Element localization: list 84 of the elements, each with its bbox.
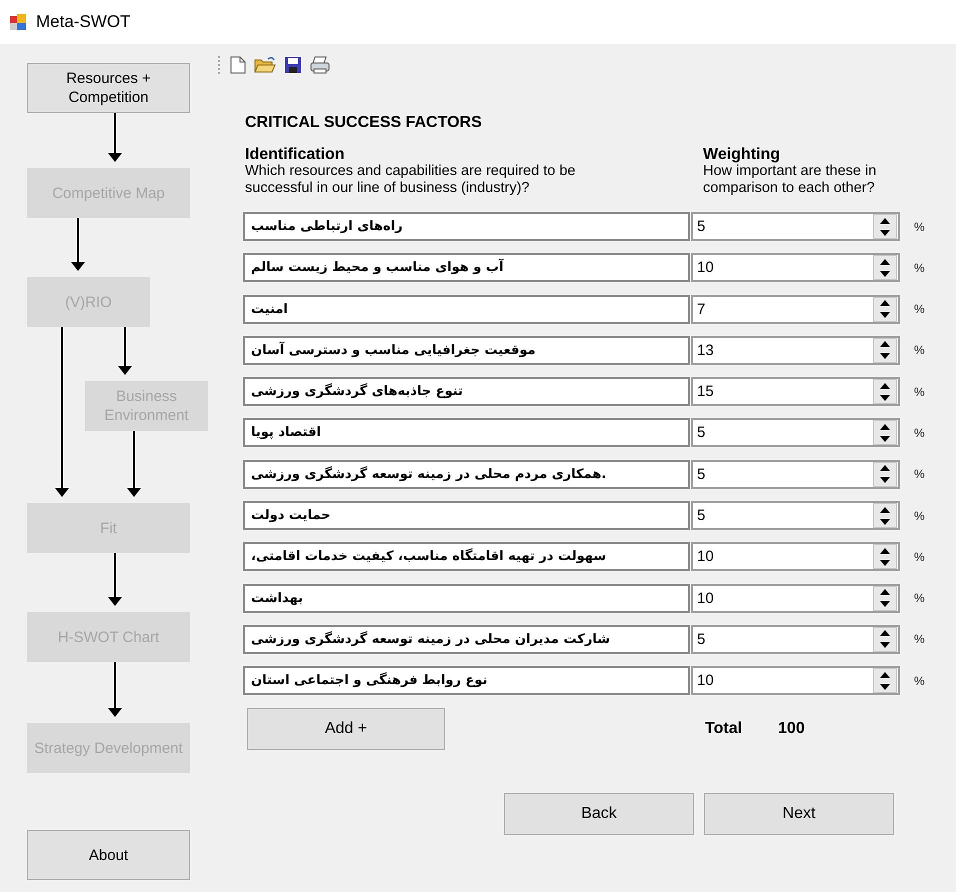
spin-buttons[interactable] [873,586,897,611]
weight-value: 5 [697,424,706,442]
factor-field[interactable]: امنیت [243,294,690,324]
factor-field[interactable]: بهداشت [243,584,690,613]
spin-buttons[interactable] [873,296,897,322]
percent-label: % [914,426,925,440]
spin-buttons[interactable] [873,626,897,652]
total-label: Total [705,720,742,738]
flow-arrow [108,553,122,606]
percent-label: % [914,674,925,688]
factor-field[interactable]: آب و هوای مناسب و محیط زیست سالم [243,253,690,282]
save-icon[interactable] [284,56,302,74]
weight-field[interactable]: 7 [691,294,900,324]
percent-label: % [914,632,925,646]
weight-value: 7 [697,300,706,318]
about-button[interactable]: About [27,830,190,880]
flow-arrow [108,662,122,717]
app-icon [10,14,26,30]
column-title: Identification [245,146,346,163]
percent-label: % [914,343,925,358]
weight-value: 5 [697,218,706,235]
weight-field[interactable]: 15 [691,377,900,406]
percent-label: % [914,550,925,564]
window-title: Meta-SWOT [36,12,130,32]
spin-buttons[interactable] [873,544,897,570]
weight-field[interactable]: 10 [691,584,900,613]
step-button[interactable]: Resources + Competition [27,63,190,113]
weight-value: 10 [697,590,714,607]
section-heading: CRITICAL SUCCESS FACTORS [245,114,483,132]
back-button[interactable]: Back [504,793,694,836]
weight-field[interactable]: 5 [691,624,900,654]
column-description: How important are these in comparison to each other? [703,163,878,197]
factor-field[interactable]: .همکاری مردم محلی در زمینه توسعه گردشگری ورزشی [243,460,690,489]
factor-field[interactable]: تنوع جاذبه‌های گردشگری ورزشی [243,377,690,406]
weight-field[interactable]: 5 [691,460,900,489]
factor-field[interactable]: حمایت دولت [243,501,690,530]
weight-value: 10 [697,259,714,276]
weight-value: 13 [697,342,714,359]
spin-buttons[interactable] [873,420,897,446]
weight-value: 15 [697,383,714,400]
add-button[interactable]: Add + [247,708,445,750]
weight-value: 5 [697,507,706,524]
total-value: 100 [778,720,805,738]
spin-buttons[interactable] [873,338,897,363]
percent-label: % [914,302,925,316]
weight-value: 5 [697,466,706,483]
spin-buttons[interactable] [873,379,897,404]
factor-field[interactable]: موقعیت جغرافیایی مناسب و دسترسی آسان [243,336,690,365]
percent-label: % [914,384,925,399]
flow-arrow [71,218,85,271]
percent-label: % [914,220,925,234]
weight-value: 10 [697,672,714,690]
flow-arrow [108,113,122,162]
new-file-icon[interactable] [230,56,246,74]
percent-label: % [914,467,925,482]
weight-field[interactable]: 13 [691,336,900,365]
weight-field[interactable]: 5 [691,501,900,530]
weight-value: 5 [697,630,706,648]
percent-label: % [914,260,925,275]
spin-buttons[interactable] [873,214,897,239]
weight-field[interactable]: 5 [691,212,900,241]
spin-buttons[interactable] [873,255,897,280]
weight-field[interactable]: 10 [691,666,900,696]
weight-value: 10 [697,548,714,566]
flow-arrow [118,327,132,375]
flow-arrow [127,431,141,497]
column-title: Weighting [703,146,782,163]
weight-field[interactable]: 5 [691,418,900,448]
spin-buttons[interactable] [873,503,897,528]
print-icon[interactable] [310,56,330,74]
spin-buttons[interactable] [873,462,897,487]
open-folder-icon[interactable] [254,56,276,74]
weight-field[interactable]: 10 [691,542,900,572]
factor-field[interactable]: نوع روابط فرهنگی و اجتماعی استان [243,666,690,696]
column-description: Which resources and capabilities are required to be successful in our line of business (industry)? [245,163,576,197]
spin-buttons[interactable] [873,668,897,694]
weight-field[interactable]: 10 [691,253,900,282]
percent-label: % [914,591,925,606]
percent-label: % [914,508,925,523]
factor-field[interactable]: سهولت در تهیه اقامتگاه مناسب، کیفیت خدمات اقامتی، [243,542,690,572]
factor-field[interactable]: شارکت مدیران محلی در زمینه توسعه گردشگری ورزشی [243,624,690,654]
factor-field[interactable]: راه‌های ارتباطی مناسب [243,212,690,241]
factor-field[interactable]: اقتصاد پویا [243,418,690,448]
next-button[interactable]: Next [704,793,894,836]
